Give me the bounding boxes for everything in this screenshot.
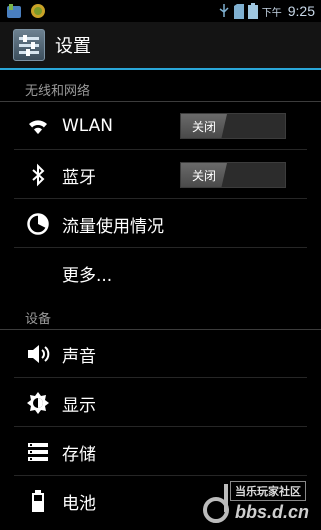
settings-item-label: WLAN xyxy=(62,116,114,136)
data-usage-icon xyxy=(24,210,52,238)
settings-item-storage[interactable]: 存储 xyxy=(0,428,321,476)
divider xyxy=(14,426,307,427)
section-header-wireless: 无线和网络 xyxy=(0,75,321,102)
usb-icon xyxy=(219,4,229,17)
action-bar: 设置 xyxy=(0,22,321,70)
divider xyxy=(14,377,307,378)
settings-item-wlan[interactable]: WLAN 关闭 xyxy=(0,102,321,150)
settings-item-more[interactable]: 更多... xyxy=(0,249,321,297)
divider xyxy=(14,149,307,150)
section-header-label: 设备 xyxy=(25,312,52,327)
divider xyxy=(14,198,307,199)
settings-item-sound[interactable]: 声音 xyxy=(0,330,321,378)
settings-item-label: 流量使用情况 xyxy=(62,216,164,237)
sd-card-icon xyxy=(233,3,244,19)
section-header-label: 无线和网络 xyxy=(25,84,91,99)
app-notification-icon xyxy=(7,4,21,18)
watermark-url: bbs.d.cn xyxy=(235,502,310,522)
status-bar: 下午 9:25 xyxy=(0,0,321,22)
toggle-state-label: 关闭 xyxy=(181,163,227,187)
settings-item-label: 存储 xyxy=(62,444,96,465)
settings-item-label: 显示 xyxy=(62,395,96,416)
toggle-state-label: 关闭 xyxy=(181,114,227,138)
page-title: 设置 xyxy=(55,36,91,57)
volume-icon xyxy=(24,340,52,368)
section-header-device: 设备 xyxy=(0,303,321,330)
battery-icon xyxy=(247,3,258,19)
settings-item-label: 电池 xyxy=(62,493,96,514)
status-ampm: 下午 xyxy=(261,7,282,19)
status-time: 9:25 xyxy=(287,3,315,19)
watermark-text: 当乐玩家社区 xyxy=(230,481,306,501)
settings-item-label: 蓝牙 xyxy=(62,167,96,188)
brightness-icon xyxy=(24,389,52,417)
settings-item-label: 声音 xyxy=(62,346,96,367)
settings-item-label: 更多... xyxy=(62,265,113,286)
bluetooth-icon xyxy=(24,161,52,189)
wlan-toggle[interactable]: 关闭 xyxy=(180,113,286,139)
settings-item-display[interactable]: 显示 xyxy=(0,379,321,427)
watermark: 当乐玩家社区 bbs.d.cn xyxy=(200,476,321,530)
storage-icon xyxy=(24,438,52,466)
settings-item-bluetooth[interactable]: 蓝牙 关闭 xyxy=(0,151,321,199)
divider xyxy=(14,247,307,248)
bluetooth-toggle[interactable]: 关闭 xyxy=(180,162,286,188)
app-notification-icon-2 xyxy=(31,4,45,18)
settings-item-data-usage[interactable]: 流量使用情况 xyxy=(0,200,321,248)
battery-icon xyxy=(24,487,52,515)
watermark-logo-icon xyxy=(203,484,229,523)
settings-app-icon[interactable] xyxy=(13,29,45,61)
wifi-icon xyxy=(24,112,52,140)
